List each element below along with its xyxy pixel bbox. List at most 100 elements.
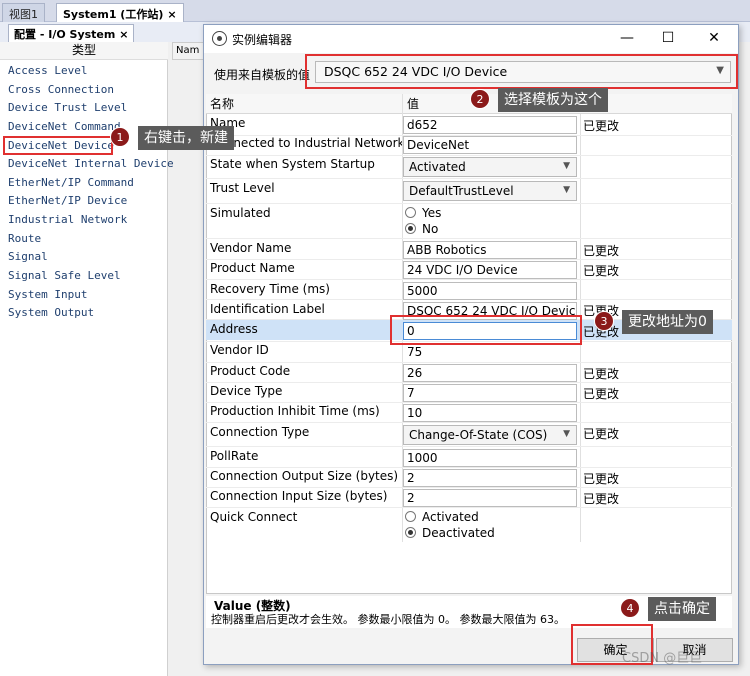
changed-badge: 已更改	[583, 427, 620, 441]
row-line	[206, 467, 732, 468]
radio-off-icon	[405, 207, 416, 218]
tab-view1[interactable]: 视图1	[2, 3, 45, 22]
list-item-signal[interactable]: Signal	[8, 248, 168, 266]
row-product-name-label: Product Name	[210, 261, 295, 275]
network-field[interactable]: DeviceNet	[403, 136, 577, 154]
row-address-label: Address	[210, 322, 258, 336]
annotation-box-address	[390, 315, 582, 345]
quick-connect-activated-label: Activated	[422, 510, 479, 524]
row-inhibit-time-label: Production Inhibit Time (ms)	[210, 404, 380, 418]
row-vendor-name-label: Vendor Name	[210, 241, 292, 255]
trust-level-select[interactable]: DefaultTrustLevel ▼	[403, 181, 577, 201]
simulated-yes-radio[interactable]: Yes	[405, 206, 441, 220]
row-line	[206, 203, 732, 204]
list-item-cross-connection[interactable]: Cross Connection	[8, 81, 168, 99]
quick-connect-activated-radio[interactable]: Activated	[405, 510, 479, 524]
connection-type-value: Change-Of-State (COS)	[409, 428, 548, 442]
input-size-field[interactable]: 2	[403, 489, 577, 507]
changed-badge: 已更改	[583, 244, 620, 258]
vendor-id-field[interactable]: 75	[403, 343, 577, 361]
simulated-no-radio[interactable]: No	[405, 222, 438, 236]
connection-type-select[interactable]: Change-Of-State (COS) ▼	[403, 425, 577, 445]
changed-badge: 已更改	[583, 387, 620, 401]
recovery-time-field[interactable]: 5000	[403, 282, 577, 300]
row-simulated-label: Simulated	[210, 206, 271, 220]
quick-connect-deactivated-radio[interactable]: Deactivated	[405, 526, 495, 540]
product-name-field[interactable]: 24 VDC I/O Device	[403, 261, 577, 279]
name-column-header[interactable]: Nam	[172, 42, 204, 60]
watermark: CSDN @巨巨	[622, 651, 703, 666]
annotation-callout-1: 右键击，新建	[138, 126, 234, 150]
annotation-badge-1: 1	[110, 127, 130, 147]
row-line	[206, 362, 732, 363]
vendor-name-field[interactable]: ABB Robotics	[403, 241, 577, 259]
row-pollrate-label: PollRate	[210, 449, 259, 463]
grid-header-name[interactable]: 名称	[206, 94, 403, 114]
radio-off-icon	[405, 511, 416, 522]
row-identification-label: Identification Label	[210, 302, 325, 316]
template-label: 使用来自模板的值	[214, 68, 311, 82]
trust-level-value: DefaultTrustLevel	[409, 184, 514, 198]
list-item-route[interactable]: Route	[8, 230, 168, 248]
list-item-system-input[interactable]: System Input	[8, 286, 168, 304]
tab-system1-label: System1 (工作站)	[63, 8, 164, 21]
simulated-yes-label: Yes	[422, 206, 442, 220]
tab-view1-label: 视图1	[9, 8, 38, 21]
close-icon[interactable]: ×	[167, 8, 176, 21]
row-quick-connect-label: Quick Connect	[210, 510, 298, 524]
annotation-badge-3: 3	[594, 311, 614, 331]
output-size-field[interactable]: 2	[403, 469, 577, 487]
annotation-box-devicenet-device	[3, 136, 113, 155]
product-code-field[interactable]: 26	[403, 364, 577, 382]
row-line	[206, 507, 732, 508]
chevron-down-icon: ▼	[563, 185, 570, 195]
startup-state-select[interactable]: Activated ▼	[403, 157, 577, 177]
row-trust-level-label: Trust Level	[210, 181, 275, 195]
row-line	[206, 487, 732, 488]
annotation-badge-2: 2	[470, 89, 490, 109]
close-icon[interactable]: ✕	[694, 27, 734, 49]
list-item-ethernetip-command[interactable]: EtherNet/IP Command	[8, 174, 168, 192]
type-column-header[interactable]: 类型	[0, 42, 168, 60]
tab-system1[interactable]: System1 (工作站) ×	[56, 3, 184, 22]
device-type-field[interactable]: 7	[403, 384, 577, 402]
inhibit-time-field[interactable]: 10	[403, 404, 577, 422]
close-icon[interactable]: ×	[119, 28, 128, 41]
quick-connect-deactivated-label: Deactivated	[422, 526, 495, 540]
description-text: 控制器重启后更改才会生效。 参数最小限值为 0。 参数最大限值为 63。	[211, 613, 565, 626]
list-item-access-level[interactable]: Access Level	[8, 62, 168, 80]
row-line	[206, 178, 732, 179]
chevron-down-icon: ▼	[563, 161, 570, 171]
radio-on-icon	[405, 223, 416, 234]
list-item-system-output[interactable]: System Output	[8, 304, 168, 322]
row-startup-state-label: State when System Startup	[210, 157, 375, 171]
changed-badge: 已更改	[583, 367, 620, 381]
minimize-icon[interactable]: —	[607, 27, 647, 49]
annotation-callout-2: 选择模板为这个	[498, 88, 608, 112]
list-item-devicenet-internal-device[interactable]: DeviceNet Internal Device	[8, 155, 174, 173]
row-line	[206, 155, 732, 156]
row-network-label: Connected to Industrial Network	[210, 136, 402, 150]
annotation-callout-3: 更改地址为0	[622, 310, 713, 334]
row-line	[206, 259, 732, 260]
maximize-icon[interactable]: ☐	[648, 27, 688, 49]
changed-badge: 已更改	[583, 119, 620, 133]
radio-on-icon	[405, 527, 416, 538]
list-item-industrial-network[interactable]: Industrial Network	[8, 211, 168, 229]
annotation-badge-4: 4	[620, 598, 640, 618]
row-line	[206, 446, 732, 447]
simulated-no-label: No	[422, 222, 439, 236]
list-item-device-trust-level[interactable]: Device Trust Level	[8, 99, 168, 117]
row-device-type-label: Device Type	[210, 384, 283, 398]
row-line	[206, 402, 732, 403]
row-recovery-time-label: Recovery Time (ms)	[210, 282, 330, 296]
list-item-ethernetip-device[interactable]: EtherNet/IP Device	[8, 192, 168, 210]
tab-io-system-config[interactable]: 配置 - I/O System ×	[8, 24, 135, 42]
list-item-signal-safe-level[interactable]: Signal Safe Level	[8, 267, 168, 285]
row-product-code-label: Product Code	[210, 364, 291, 378]
name-field[interactable]: d652	[403, 116, 577, 134]
pollrate-field[interactable]: 1000	[403, 449, 577, 467]
annotation-callout-4: 点击确定	[648, 597, 716, 621]
row-line	[206, 422, 732, 423]
row-line	[206, 238, 732, 239]
